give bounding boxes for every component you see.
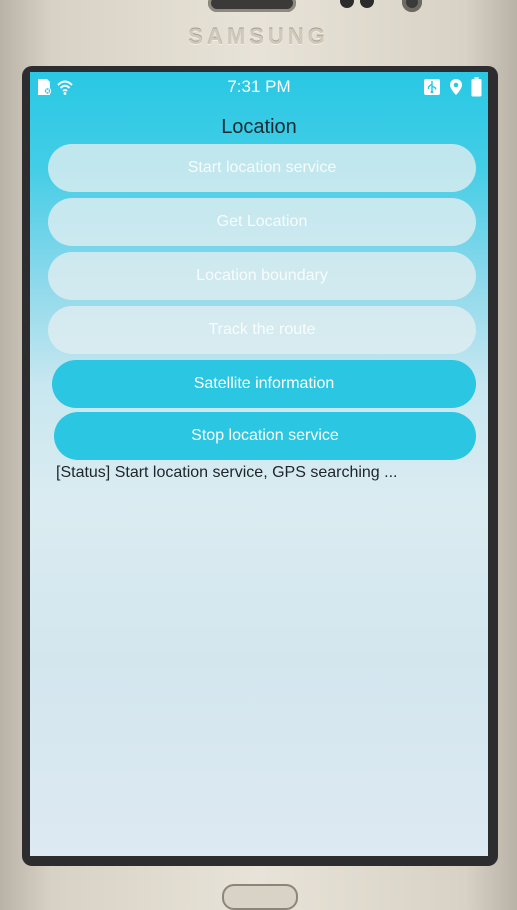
satellite-information-button[interactable]: Satellite information (52, 360, 476, 408)
proximity-sensor (360, 0, 374, 8)
status-bar-time: 7:31 PM (227, 77, 291, 96)
stop-location-service-button[interactable]: Stop location service (54, 412, 476, 460)
usb-icon (423, 78, 441, 100)
status-message: [Status] Start location service, GPS sea… (56, 464, 398, 481)
location-pin-icon (449, 78, 463, 100)
phone-top-bezel: SAMSUNG (0, 0, 517, 70)
start-location-service-button[interactable]: Start location service (48, 144, 476, 192)
front-camera (340, 0, 354, 8)
get-location-button[interactable]: Get Location (48, 198, 476, 246)
status-bar: 7:31 PM (30, 72, 488, 102)
location-boundary-button[interactable]: Location boundary (48, 252, 476, 300)
home-button[interactable] (222, 884, 298, 910)
earpiece-speaker (208, 0, 296, 12)
battery-icon (471, 77, 482, 101)
device-screen: 7:31 PM Location Start location service … (30, 72, 488, 856)
status-bar-right (423, 77, 482, 101)
page-title: Location (221, 116, 297, 138)
brand-logo: SAMSUNG (188, 24, 329, 49)
light-sensor (402, 0, 422, 12)
track-route-button[interactable]: Track the route (48, 306, 476, 354)
